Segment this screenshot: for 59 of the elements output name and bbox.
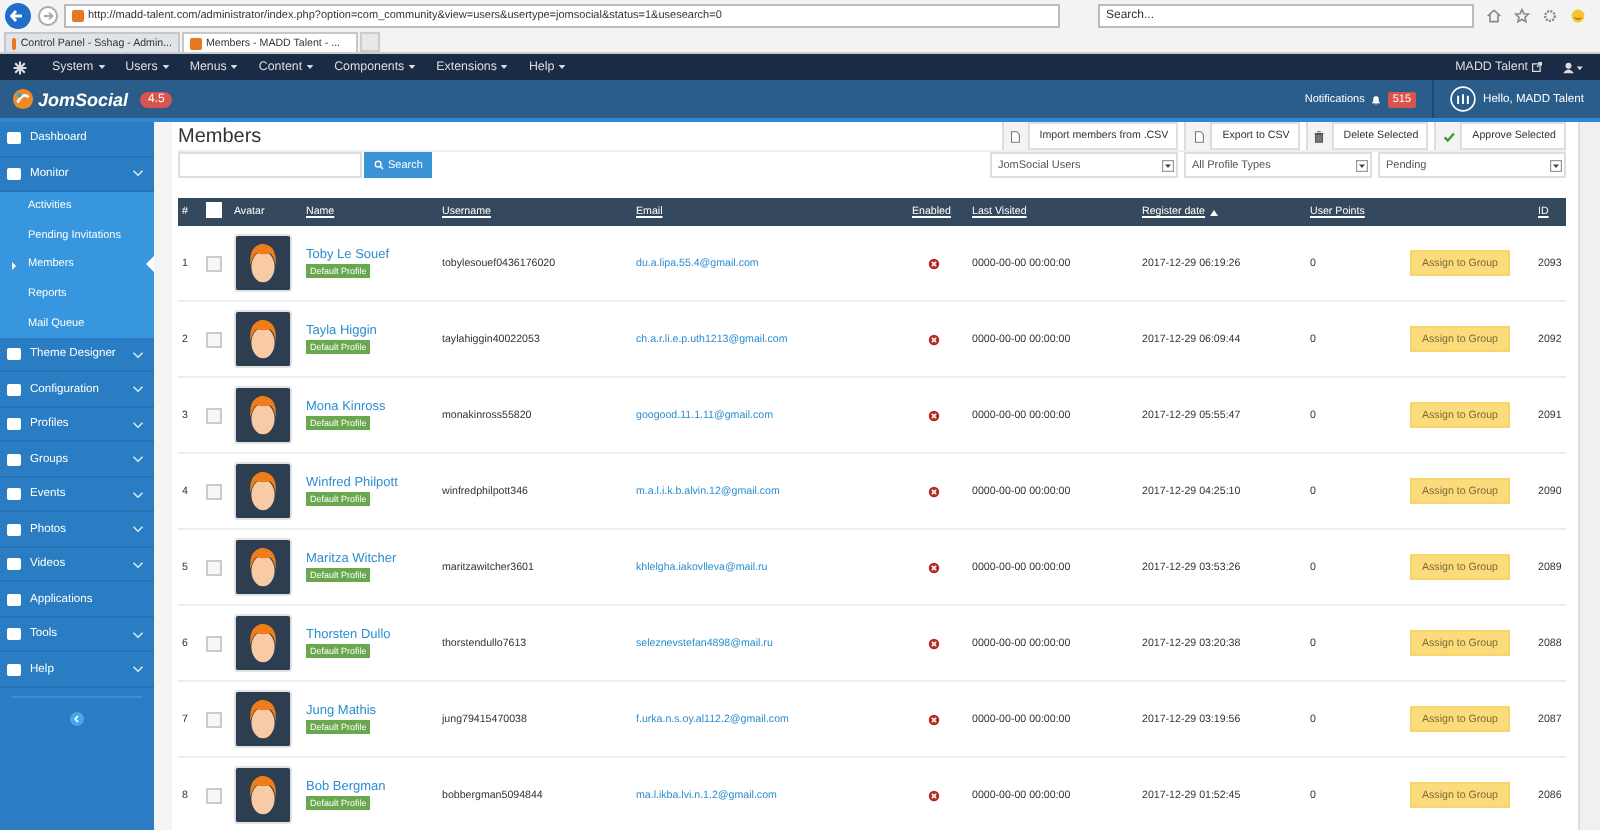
avatar-drawing [234,234,292,292]
user-avatar-icon[interactable] [1449,86,1476,112]
chevron-icon [132,419,144,430]
logo-icon [12,88,34,110]
joomla-icon[interactable] [12,59,28,75]
user-menu-icon[interactable] [1562,61,1584,73]
row-checkbox[interactable] [206,635,222,651]
search-field[interactable] [178,152,362,178]
row-checkbox[interactable] [206,331,222,347]
dropdown-arrow-icon [1356,159,1368,171]
select-all-checkbox[interactable] [206,202,222,218]
page-title: Members [178,125,264,147]
caret-icon [500,64,509,70]
caret-icon [230,64,239,70]
chevron-icon [132,168,144,179]
caret-icon [558,64,567,70]
caret-icon [161,64,170,70]
row-checkbox[interactable] [206,483,222,499]
chevron-icon [132,664,144,675]
dropdown-arrow-icon [1162,159,1174,171]
trash-icon [1312,129,1327,143]
row-checkbox[interactable] [206,407,222,423]
avatar-drawing [234,538,292,596]
chevron-icon [132,384,144,395]
caret-icon [97,64,106,70]
chevron-icon [132,454,144,465]
chevron-icon [132,524,144,535]
chevron-icon [132,489,144,500]
logo-text: JomSocial [38,89,129,109]
forward-icon[interactable] [38,6,58,26]
row-checkbox[interactable] [206,711,222,727]
row-checkbox[interactable] [206,787,222,803]
home-icon[interactable] [1486,8,1502,24]
caret-icon [408,64,417,70]
avatar-drawing [234,766,292,824]
avatar-drawing [234,690,292,748]
row-checkbox[interactable] [206,255,222,271]
chevron-icon [132,349,144,360]
collapse-icon[interactable] [70,712,84,727]
search-icon [374,160,384,170]
dropdown-arrow-icon [1550,159,1562,171]
avatar-drawing [234,614,292,672]
file-icon [1191,129,1206,143]
gear-icon[interactable] [1542,8,1558,24]
check-icon [1441,129,1456,143]
avatar-drawing [234,462,292,520]
star-icon[interactable] [1514,8,1530,24]
scrollbar[interactable] [1578,122,1600,830]
chevron-icon [132,559,144,570]
bell-icon [1370,93,1383,105]
file-icon [1008,129,1023,143]
chevron-icon [132,629,144,640]
caret-icon [306,64,315,70]
row-checkbox[interactable] [206,559,222,575]
back-icon[interactable] [4,2,32,30]
external-link-icon [1532,62,1542,72]
avatar-drawing [234,310,292,368]
smiley-icon[interactable] [1570,8,1586,24]
avatar-drawing [234,386,292,444]
